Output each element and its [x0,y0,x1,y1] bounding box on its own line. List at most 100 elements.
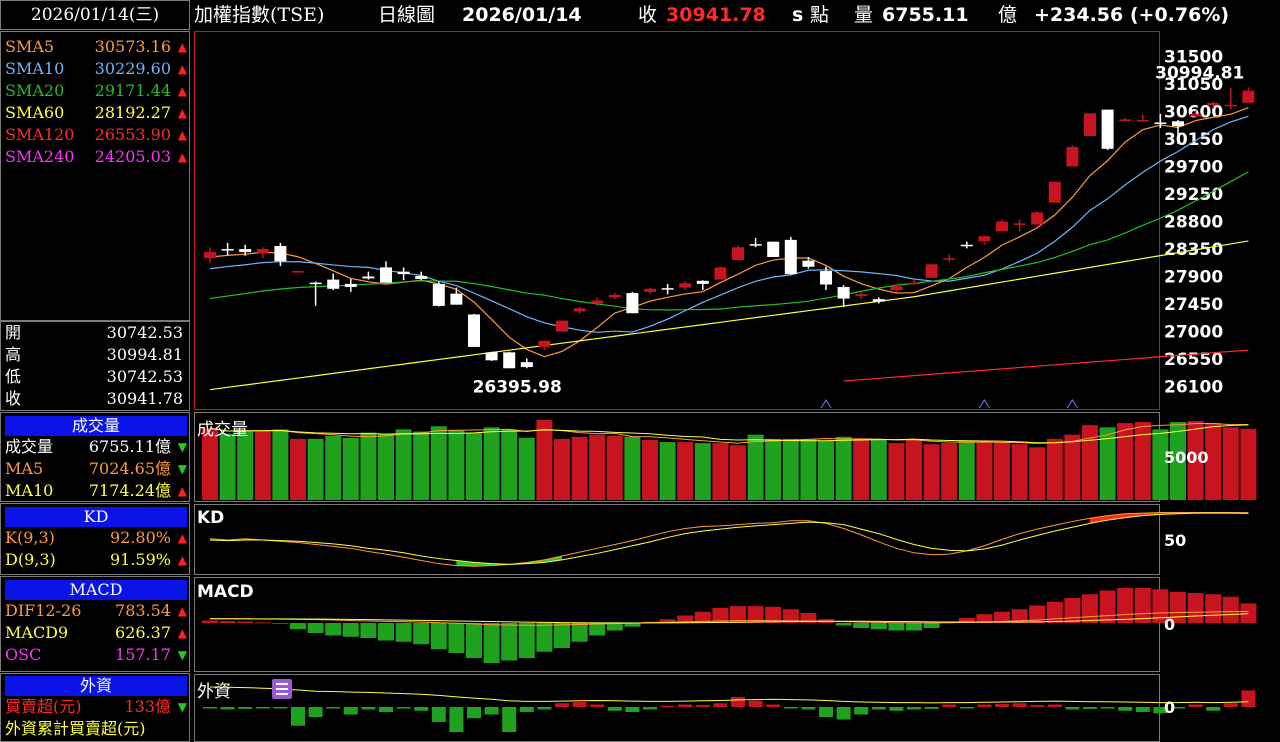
volume-bar [307,438,324,500]
candle-body [1136,120,1149,122]
volume-bar [430,426,447,500]
volume-bar [624,436,641,500]
price-tick-label: 27000 [1164,323,1223,343]
foreign-net-bar [1206,707,1221,711]
candle-body [890,286,903,291]
macd-osc-bar [237,621,254,623]
volume-bar [1011,444,1028,500]
candle-body [802,260,815,267]
candle-body [468,314,480,347]
volume-bar [536,419,553,500]
macd-osc-bar [448,623,465,653]
foreign-net-bar [1012,703,1027,707]
candle-body [485,352,498,361]
foreign-net-bar [343,707,358,715]
volume-bar [888,443,905,500]
candle-body [503,352,516,369]
macd-osc-bar [1205,594,1222,623]
macd-osc-bar [1187,593,1204,623]
sma5-line [209,107,1249,358]
volume-bar [1046,438,1063,500]
macd-osc-bar [254,622,271,624]
volume-bar [941,443,958,500]
low-annotation: 26395.98 [473,377,562,397]
candle-body [573,308,586,312]
candle-body [626,293,639,314]
macd-osc-bar [413,623,430,645]
macd-osc-bar [1064,598,1081,623]
volume-bar [976,442,993,500]
volume-bar [1134,422,1151,500]
foreign-net-bar [238,707,253,709]
volume-bar [1117,423,1134,500]
volume-bar [958,441,975,500]
foreign-net-bar [1047,704,1062,707]
macd-axis-label: 0 [1164,615,1176,634]
volume-bar [413,431,430,500]
volume-bar [870,439,887,500]
volume-bar [378,433,394,500]
triangle-marker [1066,399,1078,409]
foreign-net-bar [255,707,270,709]
foreign-net-bar [484,707,499,715]
macd-osc-bar [870,623,887,630]
high-annotation: 30994.81 [1155,63,1244,83]
volume-bar [589,434,606,500]
volume-bar [994,442,1010,500]
candle-body [820,271,832,285]
volume-bar [254,430,271,500]
foreign-net-bar [836,707,851,720]
list-icon[interactable] [272,679,292,699]
candle-body [714,267,727,280]
foreign-net-bar [361,707,376,710]
foreign-net-bar [660,705,675,708]
chart-canvas[interactable]: 3150031050306003015029700292502880028350… [0,0,1280,742]
macd-osc-bar [290,623,306,630]
candle-body [784,239,797,275]
macd-osc-bar [378,623,394,641]
foreign-net-bar [1100,707,1115,709]
candle-body [204,252,216,259]
foreign-net-bar [695,705,710,707]
volume-bar [677,442,694,500]
foreign-net-bar [977,704,992,707]
volume-bar [800,438,817,500]
volume-bar [219,433,236,500]
volume-bar [448,430,465,500]
foreign-net-bar [889,707,904,711]
candle-body [872,299,885,302]
candle-body [256,249,269,254]
triangle-marker [820,399,832,409]
foreign-net-bar [1135,707,1150,712]
macd-osc-bar [906,623,922,631]
volume-bar [466,432,482,500]
foreign-net-bar [1083,707,1097,709]
foreign-net-bar [326,707,341,709]
candle-body [996,221,1008,232]
candle-body [661,288,674,290]
macd-osc-bar [202,620,218,623]
volume-axis-label: 5000 [1164,448,1209,467]
volume-bar [554,438,570,500]
price-tick-label: 27450 [1164,295,1223,315]
macd-osc-bar [589,623,606,636]
volume-bar [606,435,623,500]
candle-body [732,247,744,261]
foreign-net-bar [572,702,587,707]
price-tick-label: 26100 [1164,378,1223,398]
candle-body [327,279,340,289]
candle-body [855,294,868,297]
candle-body [520,362,533,368]
macd-osc-bar [1099,590,1116,623]
volume-bar [782,438,799,500]
volume-bar [1029,447,1046,500]
macd-osc-bar [518,623,535,658]
macd-osc-bar [1222,596,1239,623]
volume-bar [818,441,834,500]
volume-bar [483,427,500,500]
macd-osc-bar [219,621,236,623]
foreign-net-bar [907,707,921,710]
macd-osc-bar [466,623,482,658]
candle-body [380,267,392,283]
candle-body [292,271,304,273]
